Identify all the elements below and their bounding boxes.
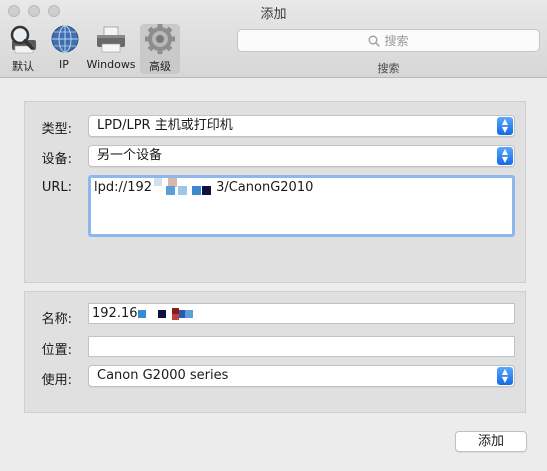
- tool-advanced-label: 高级: [149, 60, 171, 73]
- search-icon: [369, 35, 381, 47]
- url-value-prefix: lpd://192: [94, 180, 153, 195]
- globe-icon: [51, 25, 79, 53]
- type-value: LPD/LPR 主机或打印机: [97, 118, 233, 133]
- popup-arrows-icon: ▲ ▼: [497, 367, 513, 385]
- add-printer-window: 添加 默认 IP Windows 高级 搜索 搜索 类型: LPD/LPR 主机…: [0, 0, 547, 471]
- popup-arrows-icon: ▲ ▼: [497, 117, 513, 135]
- tool-advanced[interactable]: 高级: [140, 24, 180, 74]
- tool-ip-label: IP: [59, 58, 69, 71]
- name-field[interactable]: 192.16: [88, 303, 515, 324]
- window-title: 添加: [260, 7, 287, 22]
- gear-icon: [145, 24, 175, 54]
- add-button[interactable]: 添加: [455, 431, 527, 452]
- search-input[interactable]: 搜索: [237, 29, 540, 52]
- type-popup[interactable]: LPD/LPR 主机或打印机 ▲ ▼: [88, 115, 515, 137]
- device-label: 设备:: [41, 152, 72, 167]
- toolbar: 添加 默认 IP Windows 高级 搜索 搜索: [0, 0, 547, 78]
- magnifier-printer-icon: [10, 25, 36, 54]
- device-popup[interactable]: 另一个设备 ▲ ▼: [88, 145, 515, 167]
- tool-default-label: 默认: [12, 60, 34, 73]
- popup-arrows-icon: ▲ ▼: [497, 147, 513, 165]
- url-value-suffix: 3/CanonG2010: [216, 180, 314, 195]
- search-placeholder: 搜索: [384, 34, 409, 48]
- redacted-region: [137, 307, 194, 320]
- use-value: Canon G2000 series: [97, 368, 229, 383]
- windows-printer-icon: [97, 26, 125, 53]
- url-field[interactable]: lpd://192 3/CanonG2010: [88, 175, 515, 237]
- name-value-prefix: 192.16: [92, 306, 138, 321]
- device-value: 另一个设备: [97, 148, 163, 163]
- tool-windows-label: Windows: [86, 58, 136, 71]
- name-label: 名称:: [41, 312, 72, 327]
- use-label: 使用:: [41, 373, 72, 388]
- use-popup[interactable]: Canon G2000 series ▲ ▼: [88, 365, 515, 387]
- redacted-region: [152, 177, 216, 195]
- url-label: URL:: [41, 180, 72, 195]
- tool-ip[interactable]: IP: [48, 24, 80, 74]
- location-field[interactable]: [88, 336, 515, 357]
- type-label: 类型:: [41, 122, 72, 137]
- tool-default[interactable]: 默认: [6, 24, 40, 74]
- tool-windows[interactable]: Windows: [86, 24, 136, 74]
- search-caption: 搜索: [377, 62, 400, 75]
- location-label: 位置:: [41, 343, 72, 358]
